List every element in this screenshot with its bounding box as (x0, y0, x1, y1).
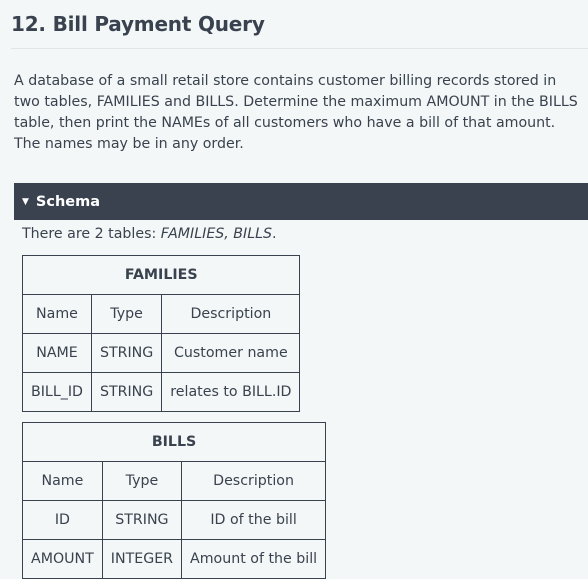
schema-intro-tables: FAMILIES, BILLS (160, 226, 273, 242)
schema-intro-suffix: . (272, 226, 277, 242)
column-header: Description (181, 461, 327, 501)
page-title: 12. Bill Payment Query (11, 12, 265, 36)
schema-toggle[interactable]: ▼ Schema (14, 183, 588, 220)
table-cell: STRING (101, 500, 183, 540)
table-cell: Customer name (161, 333, 301, 373)
triangle-down-icon: ▼ (22, 196, 29, 207)
table-cell: BILL_ID (22, 372, 92, 412)
column-header: Type (90, 294, 163, 334)
column-header: Description (161, 294, 301, 334)
table-cell: ID of the bill (181, 500, 327, 540)
table-cell: INTEGER (101, 539, 183, 579)
title-divider (11, 48, 588, 49)
table-cell: Amount of the bill (181, 539, 327, 579)
table-title: FAMILIES (21, 255, 301, 295)
problem-description: A database of a small retail store conta… (14, 73, 578, 152)
column-header: Name (22, 294, 92, 334)
table-cell: AMOUNT (22, 539, 103, 579)
schema-intro-prefix: There are 2 tables: (22, 226, 161, 242)
table-row: AMOUNT INTEGER Amount of the bill (22, 539, 327, 579)
table-title: BILLS (21, 422, 327, 462)
schema-intro: There are 2 tables: FAMILIES, BILLS. (22, 226, 277, 242)
families-table: FAMILIES Name Type Description NAME STRI… (21, 255, 301, 412)
table-cell: NAME (22, 333, 92, 373)
table-row: ID STRING ID of the bill (22, 500, 327, 540)
table-row: NAME STRING Customer name (22, 333, 301, 373)
bills-table: BILLS Name Type Description ID STRING ID… (21, 422, 327, 579)
table-cell: relates to BILL.ID (161, 372, 301, 412)
table-cell: STRING (90, 333, 163, 373)
table-cell: STRING (90, 372, 163, 412)
column-header: Type (101, 461, 183, 501)
schema-label: Schema (35, 193, 101, 210)
column-header: Name (22, 461, 103, 501)
table-row: BILL_ID STRING relates to BILL.ID (22, 372, 301, 412)
table-cell: ID (22, 500, 103, 540)
